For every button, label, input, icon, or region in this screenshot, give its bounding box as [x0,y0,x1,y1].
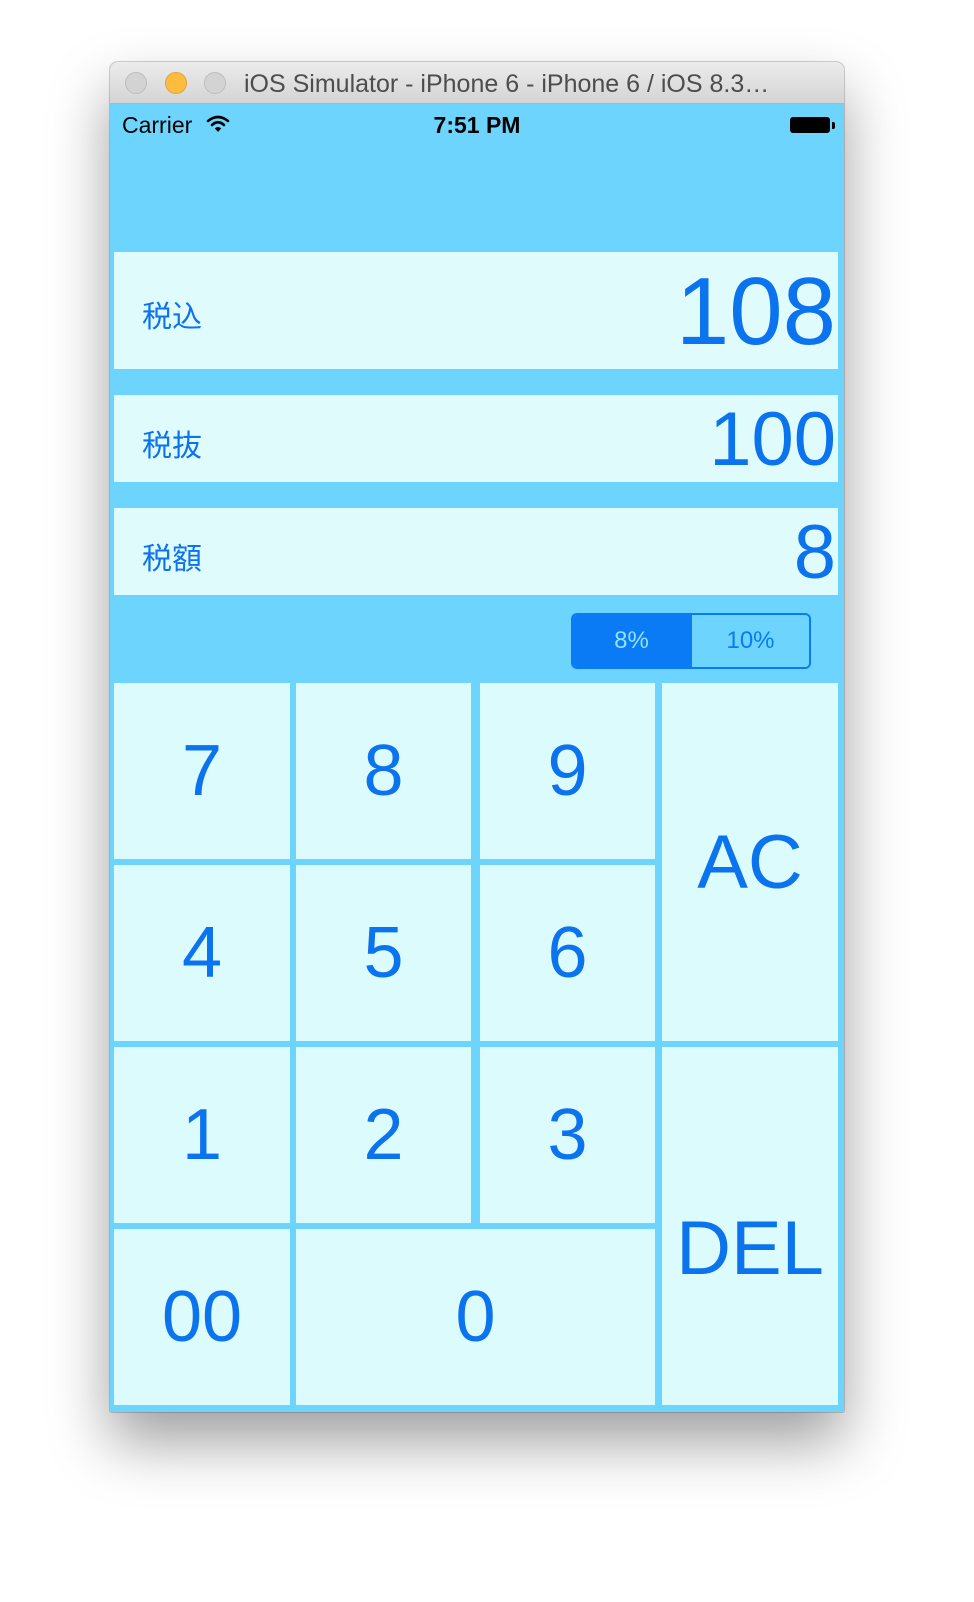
key-2-label: 2 [363,1095,404,1175]
key-4[interactable]: 4 [114,865,290,1041]
delete-button[interactable]: DEL [662,1047,838,1405]
key-9-label: 9 [547,731,588,811]
key-0-label: 0 [455,1277,496,1357]
tax-excluded-row: 税抜 100 [114,395,838,482]
status-time: 7:51 PM [433,112,521,138]
all-clear-button[interactable]: AC [662,683,838,1041]
tax-excluded-value: 100 [709,397,836,482]
tax-included-value: 108 [675,258,836,365]
key-3-label: 3 [547,1095,588,1175]
key-7-label: 7 [181,731,223,811]
key-3[interactable]: 3 [480,1047,655,1223]
key-6-label: 6 [547,913,588,993]
key-5[interactable]: 5 [296,865,471,1041]
key-1[interactable]: 1 [114,1047,290,1223]
status-bar: Carrier 7:51 PM [110,104,844,146]
window-titlebar: iOS Simulator - iPhone 6 - iPhone 6 / iO… [110,62,844,104]
delete-label: DEL [676,1205,824,1291]
key-1-label: 1 [181,1095,223,1175]
key-2[interactable]: 2 [296,1047,471,1223]
key-5-label: 5 [363,913,404,993]
tax-rate-segmented-control: 8% 10% [571,613,811,669]
zoom-window-button[interactable] [204,72,226,94]
key-00[interactable]: 00 [114,1229,290,1405]
tax-amount-value: 8 [793,510,836,595]
tax-included-label: 税込 [142,301,202,334]
battery-icon [790,117,835,133]
key-8-label: 8 [363,731,404,811]
rate-8-percent-segment[interactable]: 8% [573,615,690,667]
tax-amount-label: 税額 [142,543,202,576]
key-8[interactable]: 8 [296,683,471,859]
simulator-window: iOS Simulator - iPhone 6 - iPhone 6 / iO… [110,62,844,1412]
key-0[interactable]: 0 [296,1229,655,1405]
close-window-button[interactable] [125,72,147,94]
window-title: iOS Simulator - iPhone 6 - iPhone 6 / iO… [244,70,770,98]
key-00-label: 00 [161,1277,243,1357]
minimize-window-button[interactable] [165,72,187,94]
tax-excluded-label: 税抜 [142,430,202,463]
tax-amount-row: 税額 8 [114,508,838,595]
tax-included-row: 税込 108 [114,252,838,369]
rate-10-percent-segment[interactable]: 10% [690,615,809,667]
key-9[interactable]: 9 [480,683,655,859]
key-6[interactable]: 6 [480,865,655,1041]
key-7[interactable]: 7 [114,683,290,859]
key-4-label: 4 [181,913,223,993]
all-clear-label: AC [697,819,803,905]
phone-screen: Carrier 7:51 PM 税込 108 税抜 100 税額 8 8% 10… [110,104,844,1412]
